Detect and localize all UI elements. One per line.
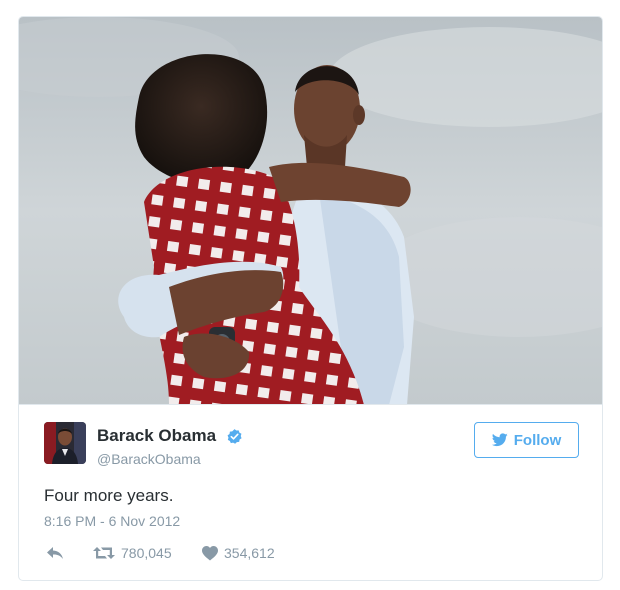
reply-button[interactable] xyxy=(46,545,64,561)
author-handle[interactable]: @BarackObama xyxy=(97,451,201,467)
avatar[interactable] xyxy=(44,422,86,464)
retweet-count: 780,045 xyxy=(121,545,172,561)
like-button[interactable]: 354,612 xyxy=(202,545,275,561)
tweet-text: Four more years. xyxy=(44,486,174,505)
tweet-card: Barack Obama @BarackObama Follow Four mo… xyxy=(18,16,603,581)
like-count: 354,612 xyxy=(224,545,275,561)
retweet-icon xyxy=(93,547,115,559)
avatar-image xyxy=(44,422,86,464)
reply-icon xyxy=(47,547,63,559)
twitter-bird-icon xyxy=(491,433,508,447)
retweet-button[interactable]: 780,045 xyxy=(93,545,172,561)
follow-button[interactable]: Follow xyxy=(474,422,579,458)
author-display-name[interactable]: Barack Obama xyxy=(97,426,216,445)
tweet-timestamp[interactable]: 8:16 PM - 6 Nov 2012 xyxy=(44,513,180,529)
tweet-photo[interactable] xyxy=(19,17,602,405)
follow-button-label: Follow xyxy=(513,431,562,449)
verified-badge-icon xyxy=(227,428,242,444)
heart-icon xyxy=(202,545,218,560)
photo-embrace-illustration xyxy=(19,17,602,404)
